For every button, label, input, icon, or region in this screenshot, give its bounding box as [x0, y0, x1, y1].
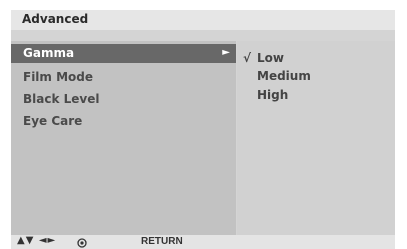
menu-list: Gamma ► Film Mode Black Level Eye Care: [11, 41, 236, 235]
option-label: Medium: [257, 69, 311, 83]
navigation-arrows-hint: ▲▼ ◄►: [17, 235, 57, 246]
title-bar: Advanced: [11, 10, 395, 30]
option-label: Low: [257, 51, 284, 65]
option-label: High: [257, 88, 289, 102]
menu-item-gamma[interactable]: Gamma ►: [11, 44, 236, 63]
osd-menu: Advanced Gamma ► Film Mode Black Level E…: [11, 10, 395, 249]
menu-item-film-mode[interactable]: Film Mode: [11, 68, 236, 87]
option-medium[interactable]: Medium: [237, 67, 387, 85]
key-guide: ▲▼ ◄► RETURN: [11, 235, 395, 249]
menu-item-black-level[interactable]: Black Level: [11, 90, 236, 109]
menu-item-label: Eye Care: [23, 114, 83, 128]
options-panel: √ Low Medium High: [237, 41, 395, 235]
menu-item-label: Gamma: [23, 46, 75, 60]
submenu-arrow-icon: ►: [222, 47, 230, 58]
menu-item-eye-care[interactable]: Eye Care: [11, 112, 236, 131]
menu-title: Advanced: [22, 12, 89, 26]
menu-item-label: Film Mode: [23, 70, 94, 84]
checkmark-icon: √: [243, 51, 252, 65]
option-low[interactable]: √ Low: [237, 49, 387, 67]
menu-item-label: Black Level: [23, 92, 100, 106]
ok-button-icon: [77, 238, 87, 248]
option-high[interactable]: High: [237, 86, 387, 104]
return-label: RETURN: [141, 236, 183, 247]
